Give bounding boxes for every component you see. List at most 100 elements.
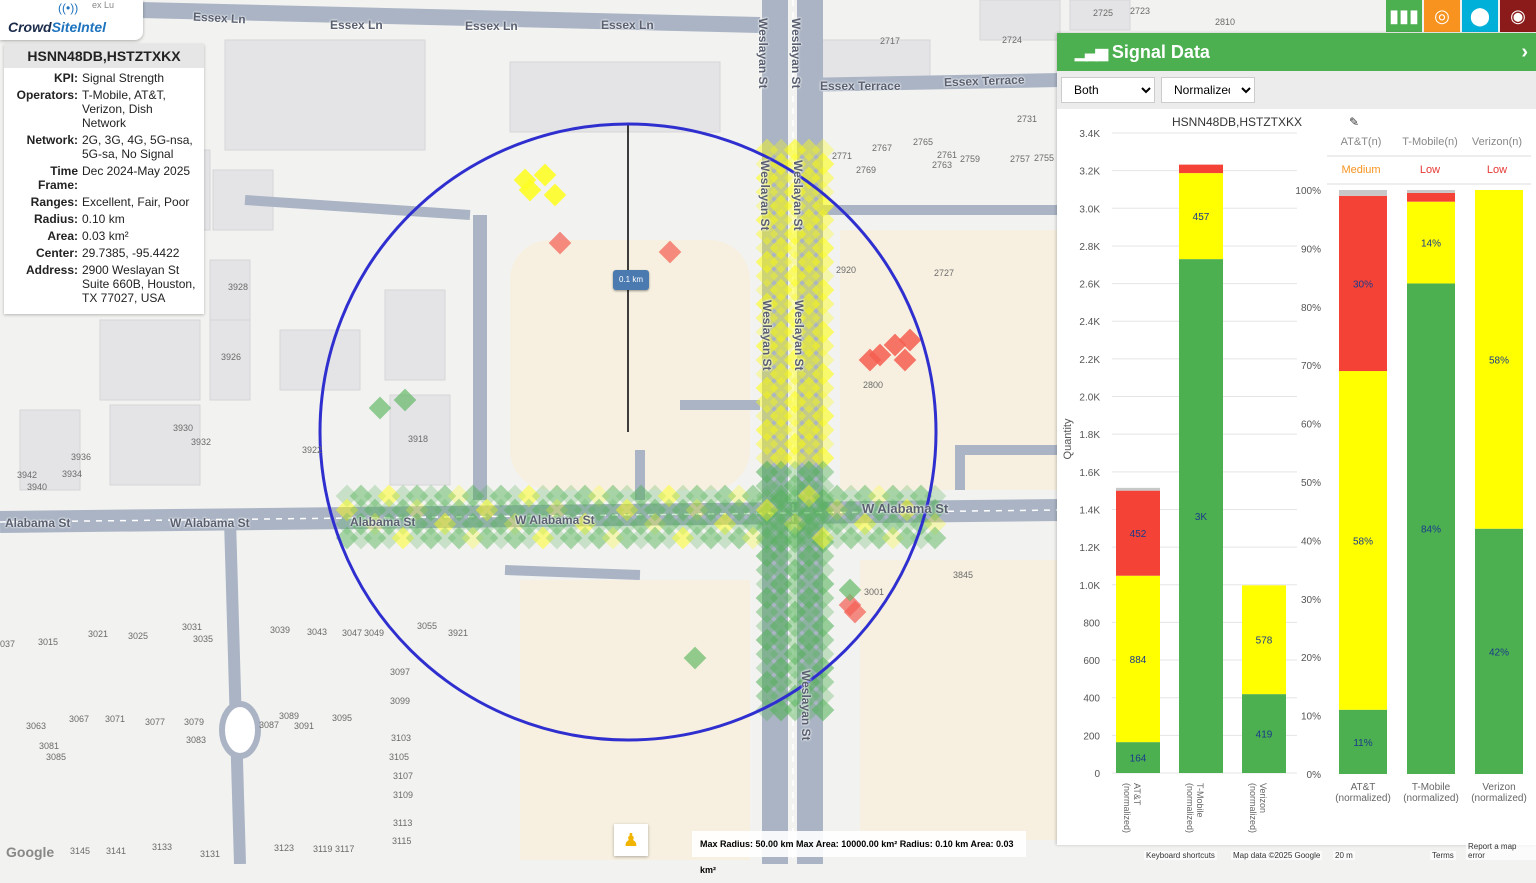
address-label: 3067 <box>69 714 90 724</box>
address-label: 037 <box>0 639 16 649</box>
address-label: 3031 <box>182 622 203 632</box>
street-label: W Alabama St <box>862 501 949 516</box>
y-tick-label: 1.4K <box>1079 505 1100 516</box>
address-label: 3131 <box>200 849 221 859</box>
street-label: Weslayan St <box>791 160 805 231</box>
y-tick-label: 2.4K <box>1079 317 1100 328</box>
address-label: 3015 <box>38 637 59 647</box>
chevron-right-icon[interactable]: › <box>1521 41 1528 64</box>
address-label: 2800 <box>863 380 884 390</box>
y-tick-label: 2.2K <box>1079 355 1100 366</box>
bar-label: 84% <box>1421 525 1441 536</box>
operator-status-value: Medium <box>1341 164 1380 176</box>
site-id: HSNN48DB,HSTZTXKX <box>4 44 204 68</box>
address-label: 3113 <box>393 818 413 828</box>
address-label: 3922 <box>302 445 323 455</box>
info-key: Ranges: <box>30 195 78 209</box>
y-tick-label: 80% <box>1301 303 1321 314</box>
address-label: 3071 <box>105 714 126 724</box>
y-tick-label: 10% <box>1301 712 1321 723</box>
radius-handle[interactable]: 0.1 km <box>613 270 649 290</box>
bar-segment <box>1116 487 1160 491</box>
y-tick-label: 0 <box>1094 769 1100 780</box>
info-row: Center: 29.7385, -95.4422 <box>4 246 204 260</box>
logo-crowd: Crowd <box>8 19 52 35</box>
x-tick-label: (normalized) <box>1335 793 1391 804</box>
bar-label: 14% <box>1421 239 1441 250</box>
address-label: 3940 <box>27 482 48 492</box>
bar-chart-icon[interactable]: ▮▮▮ <box>1386 0 1422 32</box>
address-label: 3141 <box>106 846 127 856</box>
address-label: 3942 <box>17 470 38 480</box>
y-tick-label: 40% <box>1301 536 1321 547</box>
info-value: Signal Strength <box>82 71 165 85</box>
address-label: 3926 <box>221 352 242 362</box>
address-label: 2810 <box>1215 17 1236 27</box>
address-label: 3039 <box>270 625 291 635</box>
street-label: Essex Ln <box>465 19 518 33</box>
bar-label: 42% <box>1489 647 1509 658</box>
address-label: 3921 <box>448 628 469 638</box>
address-label: 3107 <box>393 771 414 781</box>
map-scale[interactable]: 20 m <box>1333 851 1355 860</box>
target-icon[interactable]: ◎ <box>1424 0 1460 32</box>
terms-link[interactable]: Terms <box>1430 851 1456 860</box>
info-row: Network: 2G, 3G, 4G, 5G-nsa, 5G-sa, No Si… <box>4 133 204 161</box>
info-key: Center: <box>35 246 78 260</box>
globe-icon[interactable]: ◉ <box>1500 0 1536 32</box>
y-tick-label: 200 <box>1083 731 1100 742</box>
address-label: 3133 <box>152 842 173 852</box>
y-tick-label: 90% <box>1301 244 1321 255</box>
site-info-card: HSNN48DB,HSTZTXKX KPI: Signal Strength Ope… <box>4 44 204 314</box>
y-tick-label: 3.4K <box>1079 129 1100 140</box>
x-tick-label: (normalized) <box>1122 783 1132 833</box>
x-tick-label: T-Mobile <box>1412 782 1451 793</box>
info-key: Address: <box>25 263 78 277</box>
y-tick-label: 1.2K <box>1079 543 1100 554</box>
address-label: 3115 <box>392 836 412 846</box>
info-key: Network: <box>26 133 78 147</box>
info-row: Ranges: Excellent, Fair, Poor <box>4 195 204 209</box>
address-label: 3049 <box>364 628 385 638</box>
bar-chart-icon: ▁▃▅ <box>1075 44 1108 61</box>
x-tick-label: AT&T <box>1132 783 1142 806</box>
x-tick-label: (normalized) <box>1403 793 1459 804</box>
bar-segment <box>1407 192 1455 202</box>
address-label: 3109 <box>393 790 414 800</box>
street-view-pegman-icon[interactable]: ♟ <box>614 824 648 856</box>
street-label: Weslayan St <box>799 670 813 741</box>
address-label: 3095 <box>332 713 353 723</box>
address-label: 2727 <box>934 268 955 278</box>
y-tick-label: 20% <box>1301 653 1321 664</box>
address-label: 3928 <box>228 282 249 292</box>
x-tick-label: (normalized) <box>1185 783 1195 833</box>
address-label: 3079 <box>184 717 205 727</box>
logo-sub: ex Lu <box>92 0 115 10</box>
bar-label: 58% <box>1353 536 1373 547</box>
report-error-link[interactable]: Report a map error <box>1466 842 1536 860</box>
info-value: T-Mobile, AT&T, Verizon, Dish Network <box>82 88 166 130</box>
operator-mode-select[interactable]: Both <box>1061 77 1155 103</box>
bar-label: 452 <box>1130 529 1147 540</box>
panel-title: Signal Data <box>1111 41 1210 62</box>
address-label: 3025 <box>128 631 149 641</box>
info-row: Time Frame: Dec 2024-May 2025 <box>4 164 204 192</box>
address-label: 3089 <box>279 711 300 721</box>
y-tick-label: 2.0K <box>1079 393 1100 404</box>
y-tick-label: 0% <box>1307 770 1322 781</box>
app-logo[interactable]: ((•)) ex Lu CrowdSiteIntel <box>0 0 143 40</box>
street-label: Alabama St <box>350 515 416 529</box>
address-label: 2769 <box>856 165 877 175</box>
normalization-select[interactable]: Normalized <box>1161 77 1255 103</box>
info-row: Radius: 0.10 km <box>4 212 204 226</box>
keyboard-shortcuts-link[interactable]: Keyboard shortcuts <box>1144 851 1217 860</box>
y-tick-label: 800 <box>1083 618 1100 629</box>
info-row: Operators: T-Mobile, AT&T, Verizon, Dish … <box>4 88 204 130</box>
street-label: Essex Ln <box>601 18 654 32</box>
address-label: 2765 <box>913 137 934 147</box>
street-label: W Alabama St <box>170 516 250 530</box>
location-pin-icon[interactable]: ⬤ <box>1462 0 1498 32</box>
panel-header: ▁▃▅ Signal Data › <box>1057 33 1536 71</box>
address-label: 3087 <box>259 720 280 730</box>
map-data-attrib: Map data ©2025 Google <box>1231 851 1323 860</box>
